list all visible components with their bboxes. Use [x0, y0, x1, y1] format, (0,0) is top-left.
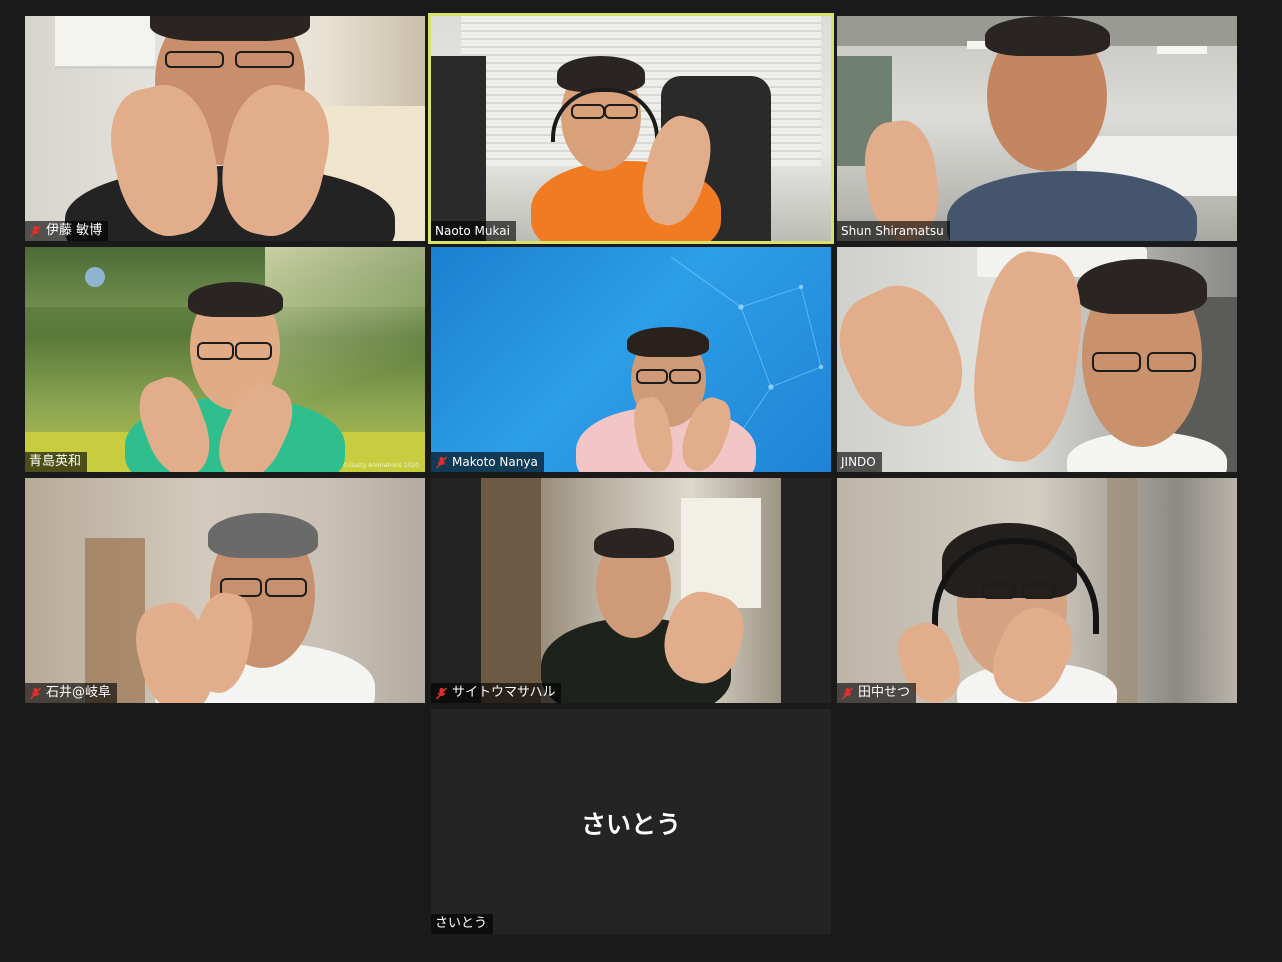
participant-tile-7[interactable]: 石井@岐阜	[25, 478, 425, 703]
participant-name: Makoto Nanya	[452, 455, 538, 469]
participant-name: サイトウマサハル	[452, 685, 556, 700]
participant-video-2	[431, 16, 831, 241]
participant-tile-8[interactable]: サイトウマサハル	[431, 478, 831, 703]
video-gallery: 伊藤 敏博 Naoto Mukai Shun Shiramatsu ©Gusty…	[0, 0, 1282, 962]
participant-name-tag: Naoto Mukai	[431, 221, 516, 241]
participant-video-5	[431, 247, 831, 472]
participant-tile-2[interactable]: Naoto Mukai	[428, 13, 834, 244]
mic-muted-icon	[841, 687, 854, 699]
participant-name: 青島英和	[29, 454, 82, 469]
participant-video-1	[25, 16, 425, 241]
participant-name: Naoto Mukai	[435, 224, 510, 238]
mic-muted-icon	[29, 225, 42, 237]
participant-video-3	[837, 16, 1237, 241]
participant-name-tag: JINDO	[837, 452, 882, 472]
participant-name-tag: Makoto Nanya	[431, 452, 544, 472]
participant-tile-6[interactable]: JINDO	[837, 247, 1237, 472]
participant-name-tag: 石井@岐阜	[25, 683, 118, 703]
participant-name-tag: 青島英和	[25, 452, 88, 472]
participant-name-tag: さいとう	[431, 914, 494, 934]
participant-name: JINDO	[841, 455, 876, 469]
video-off-display-name: さいとう	[580, 810, 681, 839]
mic-muted-icon	[435, 687, 448, 699]
participant-video-9	[837, 478, 1237, 703]
participant-name-tag: 伊藤 敏博	[25, 221, 109, 241]
participant-tile-5[interactable]: Makoto Nanya	[431, 247, 831, 472]
participant-tile-10[interactable]: さいとう さいとう	[431, 709, 831, 934]
participant-video-4	[25, 247, 425, 472]
participant-name: 伊藤 敏博	[46, 223, 103, 238]
participant-tile-4[interactable]: ©Gusty Animations 2020 青島英和	[25, 247, 425, 472]
mic-muted-icon	[29, 687, 42, 699]
participant-tile-1[interactable]: 伊藤 敏博	[25, 16, 425, 241]
mic-muted-icon	[435, 456, 448, 468]
participant-name: さいとう	[435, 916, 488, 931]
participant-name: Shun Shiramatsu	[841, 224, 944, 238]
participant-tile-9[interactable]: 田中せつ	[837, 478, 1237, 703]
participant-name-tag: Shun Shiramatsu	[837, 221, 950, 241]
participant-name-tag: サイトウマサハル	[431, 683, 562, 703]
participant-video-8	[481, 478, 781, 703]
background-credit: ©Gusty Animations 2020	[342, 462, 419, 469]
participant-name: 田中せつ	[858, 685, 911, 700]
participant-name: 石井@岐阜	[46, 685, 112, 700]
participant-video-6	[837, 247, 1237, 472]
participant-video-7	[25, 478, 425, 703]
participant-tile-3[interactable]: Shun Shiramatsu	[837, 16, 1237, 241]
participant-name-tag: 田中せつ	[837, 683, 917, 703]
